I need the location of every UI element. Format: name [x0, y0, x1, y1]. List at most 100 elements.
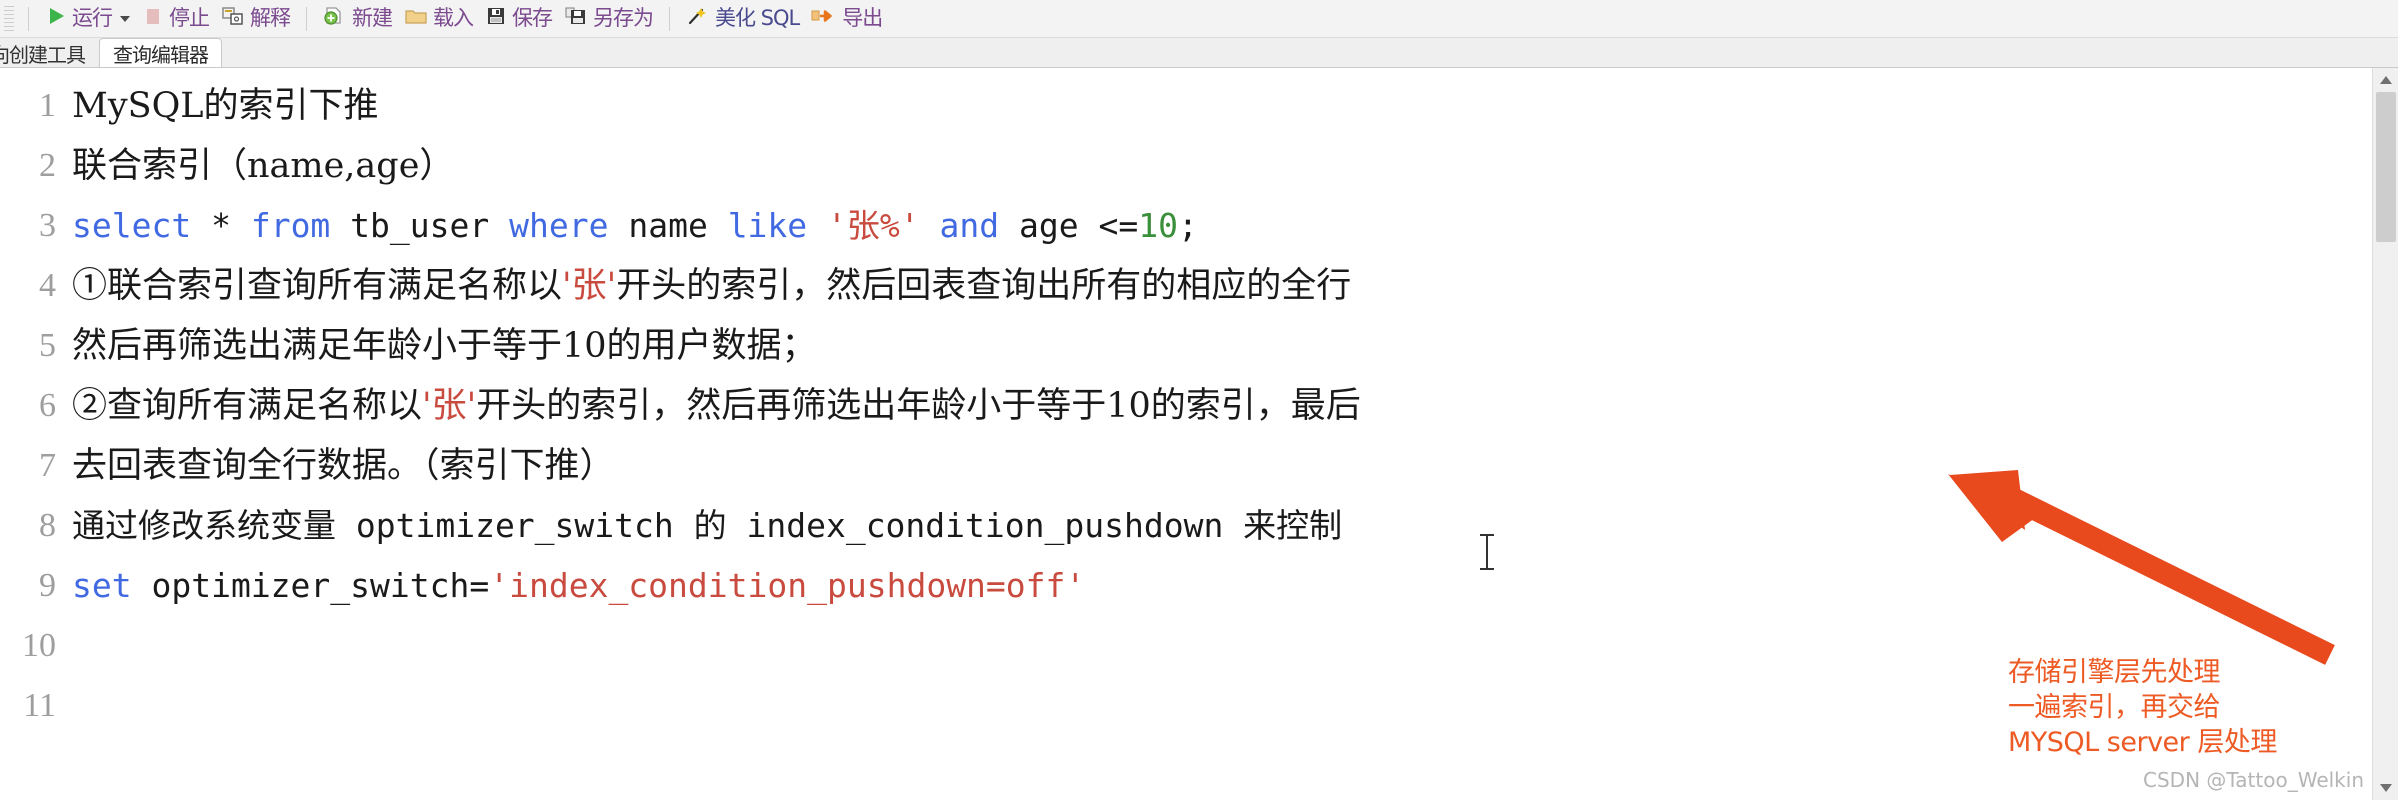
triangle-down-icon — [2380, 784, 2392, 792]
line-number: 2 — [39, 147, 56, 184]
triangle-up-icon — [2380, 76, 2392, 84]
code-token: 10 — [1138, 206, 1178, 245]
vertical-scrollbar[interactable] — [2372, 68, 2398, 800]
tab-query-editor[interactable]: 查询编辑器 — [99, 38, 222, 67]
play-icon — [45, 5, 67, 32]
line-number: 1 — [39, 87, 56, 124]
code-token: 通过修改系统变量 optimizer_switch 的 index_condit… — [72, 506, 1343, 545]
code-token: set — [72, 566, 132, 605]
annotation-line-2: 一遍索引，再交给 — [2008, 692, 2220, 724]
toolbar-separator — [28, 6, 29, 31]
annotation-text: 存储引擎层先处理 一遍索引，再交给 MYSQL server 层处理 — [2008, 655, 2277, 760]
stop-button[interactable]: 停止 — [136, 4, 215, 34]
line-number: 3 — [39, 207, 56, 244]
stop-button-label: 停止 — [169, 6, 210, 30]
floppy-disk-icon — [485, 5, 507, 32]
save-button-label: 保存 — [512, 6, 553, 30]
code-token: tb_user — [330, 206, 510, 245]
beautify-sql-button-label: 美化 SQL — [715, 6, 800, 30]
save-as-icon — [564, 5, 588, 32]
code-token: select — [72, 206, 192, 245]
code-token: from — [250, 206, 331, 245]
annotation-line-3: MYSQL server 层处理 — [2008, 727, 2277, 759]
toolbar-drag-handle[interactable] — [4, 5, 14, 32]
code-token: name — [608, 206, 728, 245]
code-token: age <= — [999, 206, 1139, 245]
load-button[interactable]: 载入 — [398, 4, 479, 34]
code-line: 去回表查询全行数据。（索引下推） — [72, 436, 2398, 496]
code-token: 开头的索引，然后回表查询出所有的相应的全行 — [616, 266, 1352, 306]
code-token: 开头的索引，然后再筛选出年龄小于等于10的索引，最后 — [476, 386, 1361, 426]
code-token: 联合索引（name,age） — [72, 146, 455, 186]
line-number: 6 — [39, 387, 56, 424]
line-number: 5 — [39, 327, 56, 364]
code-token: * — [191, 206, 251, 245]
scroll-up-button[interactable] — [2373, 68, 2398, 92]
stop-icon — [142, 5, 164, 32]
toolbar-separator-3 — [669, 6, 670, 31]
export-arrow-icon — [811, 5, 837, 32]
line-number: 9 — [39, 567, 56, 604]
wand-icon — [686, 5, 710, 32]
toolbar-separator-2 — [306, 6, 307, 31]
code-token: ①联合索引查询所有满足名称以 — [72, 266, 563, 306]
scroll-down-button[interactable] — [2373, 776, 2398, 800]
main-toolbar: 运行 停止 解释 新建 载入 保存 另存为 美化 SQL 导出 — [0, 0, 2398, 38]
explain-button[interactable]: 解释 — [215, 4, 296, 34]
sql-editor-window: 运行 停止 解释 新建 载入 保存 另存为 美化 SQL 导出 创建工具 查询编… — [0, 0, 2398, 800]
tab-table-builder[interactable]: 向创建工具 — [0, 38, 99, 67]
folder-icon — [404, 5, 428, 32]
explain-icon — [221, 5, 245, 32]
code-line: select * from tb_user where name like '张… — [72, 196, 2398, 256]
code-line: ①联合索引查询所有满足名称以'张'开头的索引，然后回表查询出所有的相应的全行 — [72, 256, 2398, 316]
run-button-label: 运行 — [72, 6, 113, 30]
code-token: MySQL的索引下推 — [72, 86, 379, 126]
code-line: 联合索引（name,age） — [72, 136, 2398, 196]
code-token: ; — [1177, 206, 1198, 245]
code-line: ②查询所有满足名称以'张'开头的索引，然后再筛选出年龄小于等于10的索引，最后 — [72, 376, 2398, 436]
scrollbar-thumb[interactable] — [2376, 92, 2396, 242]
new-button-label: 新建 — [352, 6, 393, 30]
code-token: '张%' — [827, 206, 920, 245]
run-button[interactable]: 运行 — [39, 4, 136, 34]
load-button-label: 载入 — [433, 6, 474, 30]
explain-button-label: 解释 — [250, 6, 291, 30]
save-button[interactable]: 保存 — [479, 4, 558, 34]
code-token: ②查询所有满足名称以 — [72, 386, 423, 426]
code-token: 'index_condition_pushdown=off' — [489, 566, 1086, 605]
export-button-label: 导出 — [842, 6, 883, 30]
save-as-button-label: 另存为 — [593, 6, 654, 30]
line-number-gutter: 1 2 3 4 5 6 7 8 9 10 11 — [0, 68, 66, 800]
tab-query-editor-label: 查询编辑器 — [113, 42, 209, 67]
save-as-button[interactable]: 另存为 — [558, 4, 659, 34]
code-token: 去回表查询全行数据。（索引下推） — [72, 446, 615, 486]
code-line: set optimizer_switch='index_condition_pu… — [72, 556, 2398, 616]
chevron-down-icon[interactable] — [120, 15, 130, 22]
code-token: optimizer_switch= — [131, 566, 490, 605]
line-number: 7 — [39, 447, 56, 484]
code-token: '张' — [562, 266, 617, 306]
csdn-watermark: CSDN @Tattoo_Welkin — [2143, 768, 2364, 792]
editor-tabstrip: 向创建工具 查询编辑器 — [0, 38, 2398, 68]
annotation-line-1: 存储引擎层先处理 — [2008, 657, 2220, 688]
export-button[interactable]: 导出 — [805, 4, 888, 34]
new-button[interactable]: 新建 — [317, 4, 398, 34]
line-number: 4 — [39, 267, 56, 304]
code-token: like — [727, 206, 808, 245]
code-line: MySQL的索引下推 — [72, 76, 2398, 136]
code-token: '张' — [422, 386, 477, 426]
code-token: where — [509, 206, 609, 245]
text-cursor-icon — [1480, 534, 1494, 570]
line-number: 11 — [23, 687, 56, 724]
beautify-sql-button[interactable]: 美化 SQL — [680, 4, 805, 34]
tab-table-builder-label: 向创建工具 — [0, 42, 86, 67]
line-number: 8 — [39, 507, 56, 544]
code-line: 通过修改系统变量 optimizer_switch 的 index_condit… — [72, 496, 2398, 556]
code-line: 然后再筛选出满足年龄小于等于10的用户数据； — [72, 316, 2398, 376]
line-number: 10 — [22, 627, 56, 664]
code-token: 然后再筛选出满足年龄小于等于10的用户数据； — [72, 326, 817, 366]
new-file-icon — [323, 5, 347, 32]
code-token: and — [939, 206, 1000, 245]
